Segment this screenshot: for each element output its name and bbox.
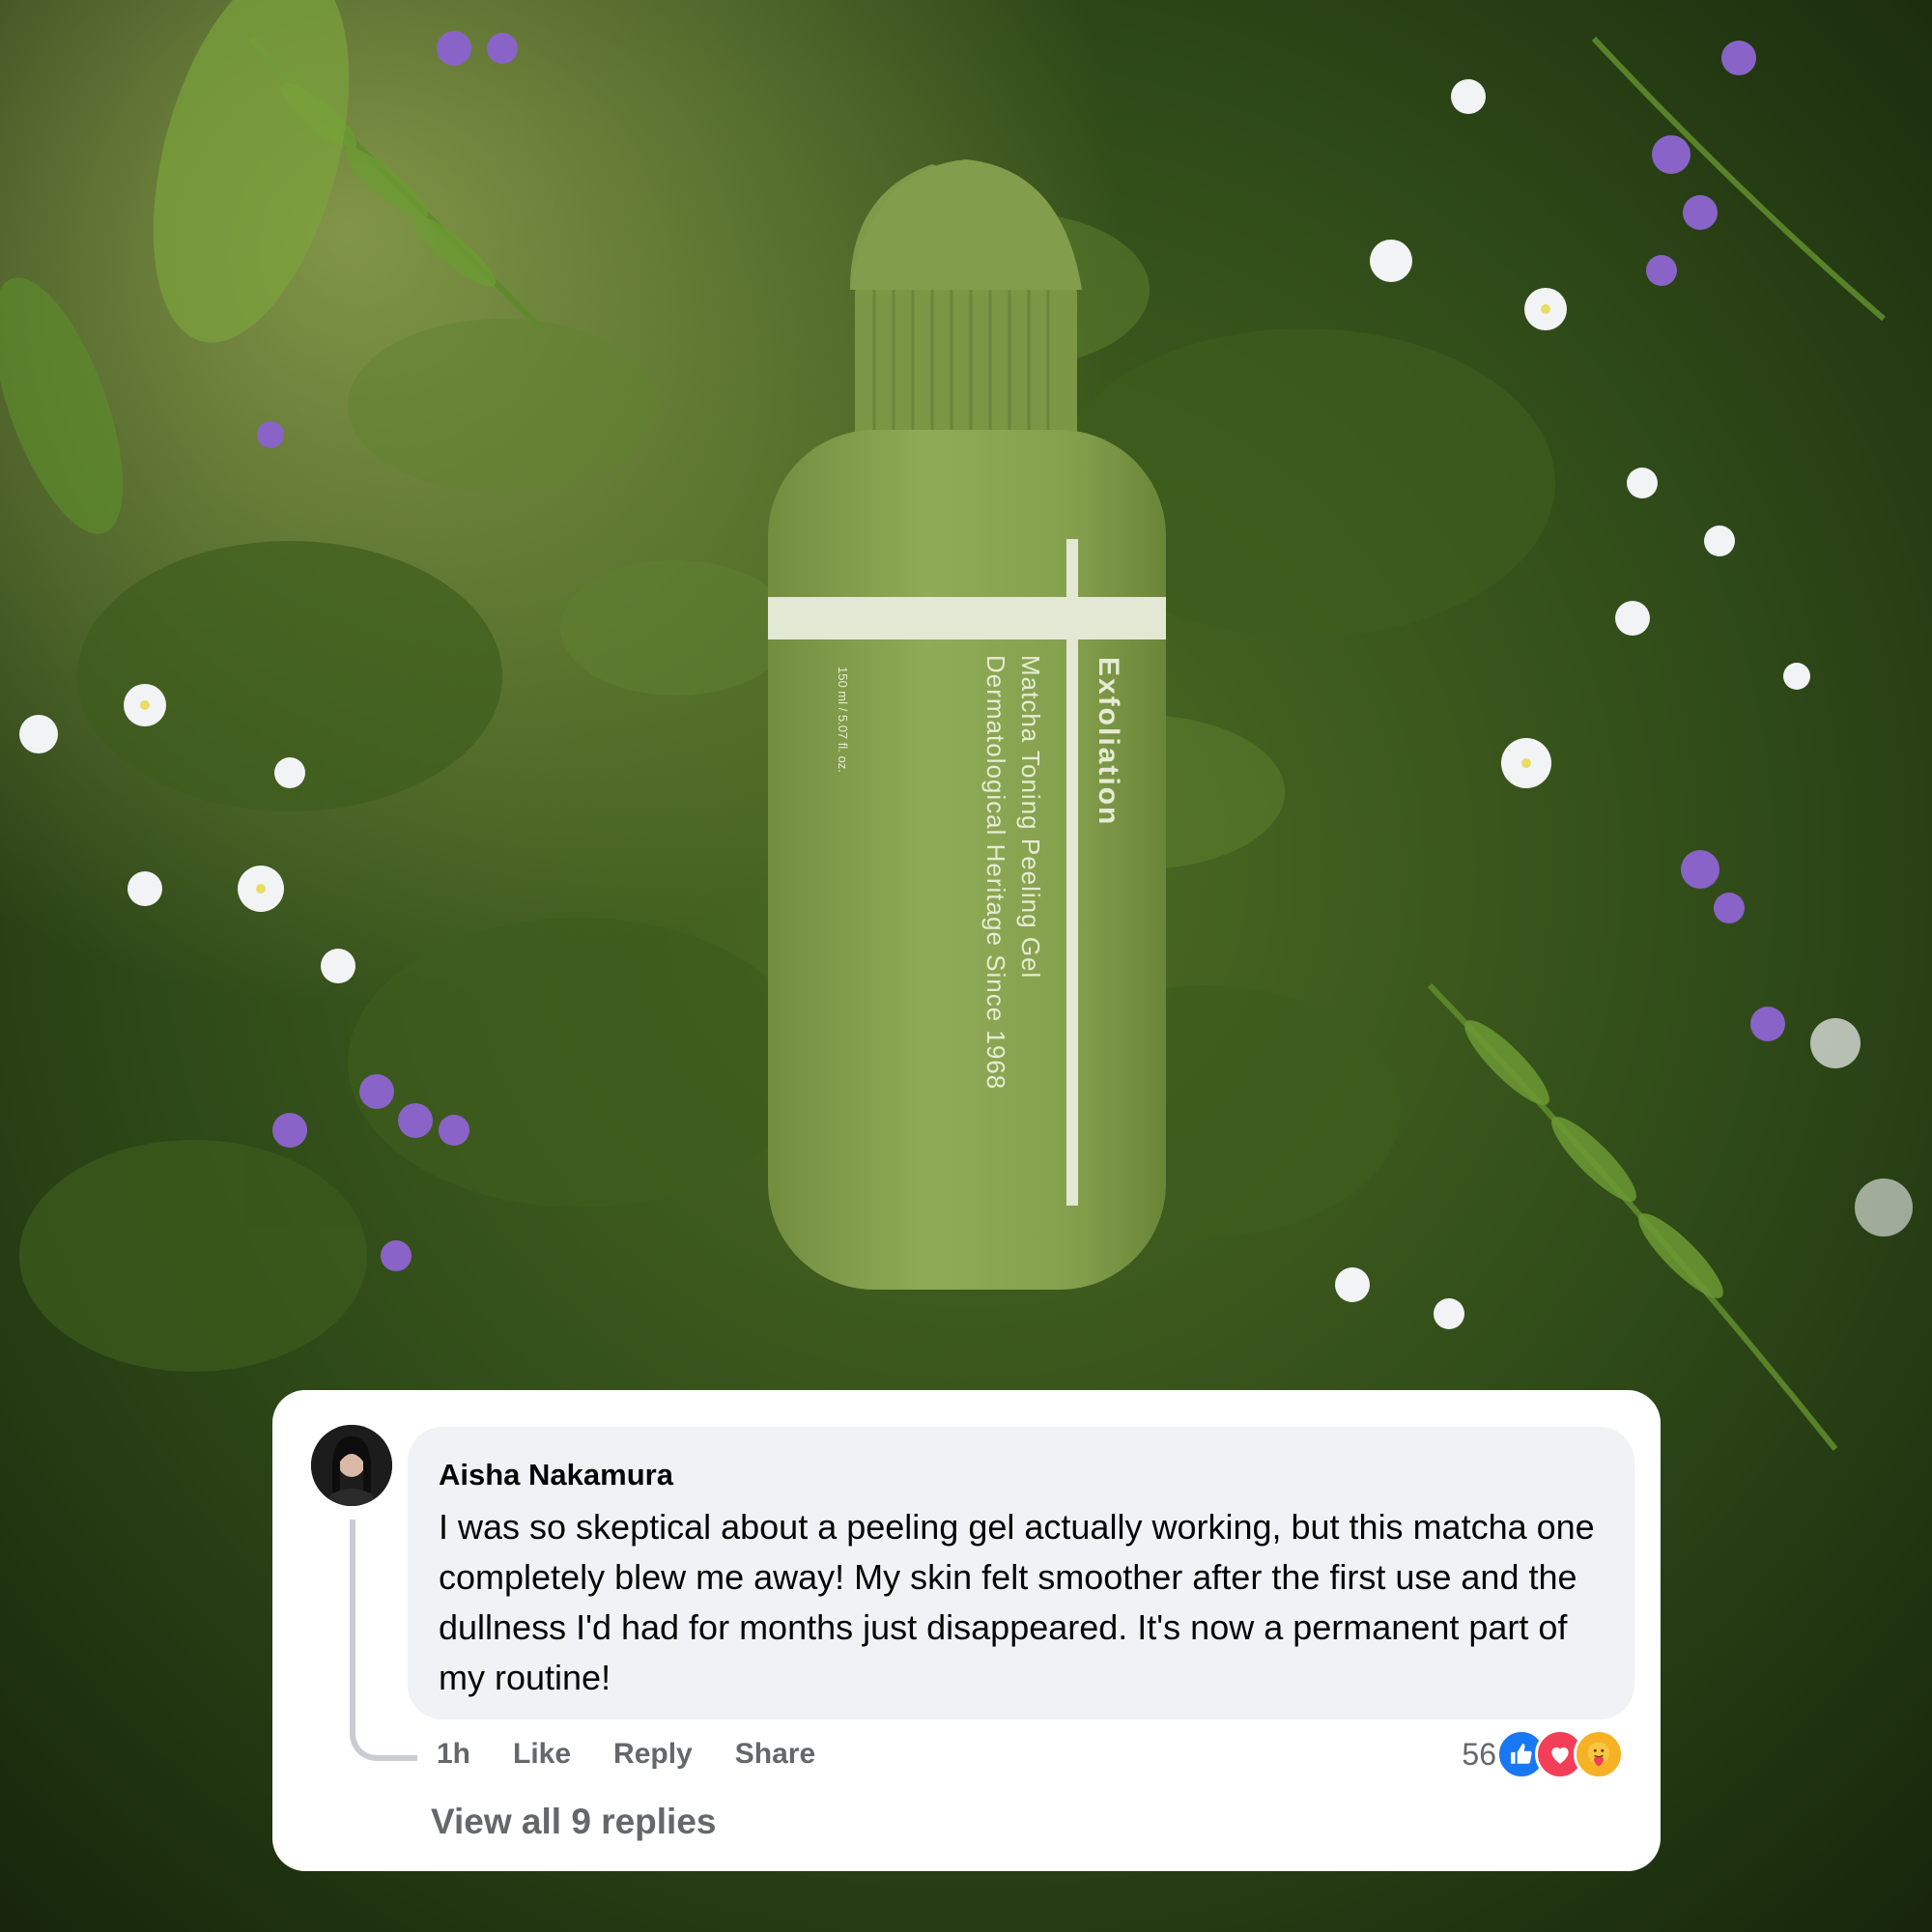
view-all-replies-link[interactable]: View all 9 replies: [431, 1802, 717, 1842]
comment-actions: 1h Like Reply Share: [437, 1730, 858, 1778]
bottle-brand-line: Exfoliation: [1093, 657, 1124, 827]
bottle-product-name: Matcha Toning Peeling Gel: [1016, 655, 1045, 980]
comment-text: I was so skeptical about a peeling gel a…: [439, 1507, 1595, 1697]
comment-timestamp[interactable]: 1h: [437, 1738, 470, 1771]
comment-bubble: Aisha Nakamura I was so skeptical about …: [408, 1427, 1634, 1719]
like-button[interactable]: Like: [513, 1738, 571, 1771]
reaction-summary[interactable]: 56: [1462, 1728, 1624, 1780]
comment-card: Aisha Nakamura I was so skeptical about …: [272, 1390, 1661, 1871]
comment-author[interactable]: Aisha Nakamura: [439, 1456, 1604, 1494]
care-icon: [1574, 1729, 1624, 1779]
share-button[interactable]: Share: [735, 1738, 815, 1771]
bottle-tagline: Dermatological Heritage Since 1968: [981, 655, 1010, 1091]
reaction-count: 56: [1462, 1736, 1496, 1772]
reply-button[interactable]: Reply: [613, 1738, 693, 1771]
avatar[interactable]: [311, 1425, 392, 1506]
bottle-volume: 150 ml / 5.07 fl. oz.: [836, 667, 850, 773]
